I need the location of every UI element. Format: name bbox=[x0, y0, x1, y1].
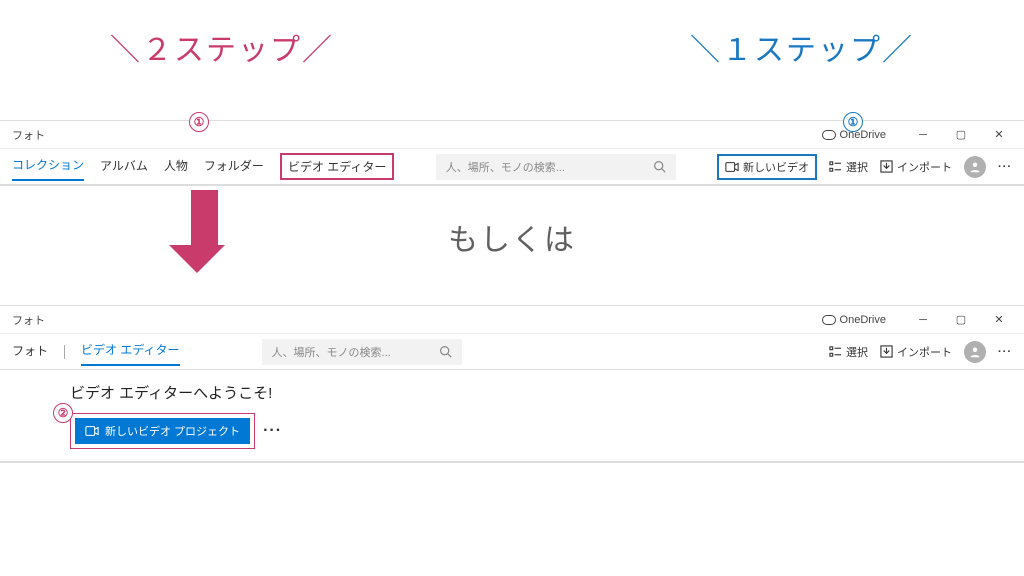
minimize-button[interactable]: ─ bbox=[904, 308, 942, 332]
badge-1-blue: ① bbox=[843, 112, 863, 132]
select-label: 選択 bbox=[846, 344, 868, 360]
arrow-down-icon bbox=[183, 190, 225, 273]
badge-1-pink: ① bbox=[189, 112, 209, 132]
tab-photo[interactable]: フォト bbox=[12, 338, 48, 365]
new-video-button[interactable]: 新しいビデオ bbox=[725, 159, 809, 175]
cloud-icon bbox=[822, 130, 836, 140]
search-input[interactable]: 人、場所、モノの検索... bbox=[436, 154, 676, 180]
center-or-text: もしくは bbox=[448, 215, 576, 259]
search-placeholder: 人、場所、モノの検索... bbox=[272, 344, 391, 360]
onedrive-link[interactable]: OneDrive bbox=[822, 314, 886, 326]
title-bar-right: OneDrive ─ ▢ ✕ bbox=[822, 308, 1018, 332]
title-bar: フォト OneDrive ─ ▢ ✕ bbox=[0, 121, 1024, 149]
callout-2step: ＼２ステップ／ bbox=[110, 25, 334, 69]
callout-1step: ＼１ステップ／ bbox=[690, 25, 914, 69]
search-placeholder: 人、場所、モノの検索... bbox=[446, 159, 565, 175]
video-project-icon bbox=[85, 425, 99, 437]
tab-video-editor-highlight: ビデオ エディター bbox=[280, 153, 395, 180]
onedrive-label: OneDrive bbox=[840, 314, 886, 326]
callout-row: ＼２ステップ／ ＼１ステップ／ bbox=[0, 0, 1024, 80]
select-button[interactable]: 選択 bbox=[829, 159, 868, 175]
close-button[interactable]: ✕ bbox=[980, 123, 1018, 147]
person-icon bbox=[969, 346, 981, 358]
tab-album[interactable]: アルバム bbox=[100, 153, 148, 180]
welcome-section: ビデオ エディターへようこそ! 新しいビデオ プロジェクト ··· bbox=[0, 370, 1024, 462]
select-label: 選択 bbox=[846, 159, 868, 175]
import-button[interactable]: インポート bbox=[880, 159, 952, 175]
toolbar: コレクション アルバム 人物 フォルダー ビデオ エディター 人、場所、モノの検… bbox=[0, 149, 1024, 185]
separator bbox=[64, 345, 65, 359]
toolbar: フォト ビデオ エディター 人、場所、モノの検索... 選択 インポート ··· bbox=[0, 334, 1024, 370]
select-icon bbox=[829, 160, 842, 173]
maximize-button[interactable]: ▢ bbox=[942, 308, 980, 332]
more-button[interactable]: ··· bbox=[998, 346, 1012, 358]
new-video-highlight: 新しいビデオ bbox=[717, 154, 817, 180]
search-icon bbox=[439, 345, 452, 358]
new-video-project-button[interactable]: 新しいビデオ プロジェクト bbox=[75, 418, 250, 444]
avatar[interactable] bbox=[964, 156, 986, 178]
select-icon bbox=[829, 345, 842, 358]
maximize-button[interactable]: ▢ bbox=[942, 123, 980, 147]
search-icon bbox=[653, 160, 666, 173]
select-button[interactable]: 選択 bbox=[829, 344, 868, 360]
more-button[interactable]: ··· bbox=[998, 161, 1012, 173]
import-button[interactable]: インポート bbox=[880, 344, 952, 360]
welcome-heading: ビデオ エディターへようこそ! bbox=[70, 382, 1012, 403]
tab-video-editor[interactable]: ビデオ エディター bbox=[81, 337, 180, 366]
window-controls: ─ ▢ ✕ bbox=[904, 123, 1018, 147]
photos-window-2: フォト OneDrive ─ ▢ ✕ フォト ビデオ エディター 人、場所、モノ… bbox=[0, 305, 1024, 463]
photos-window-1: フォト OneDrive ─ ▢ ✕ コレクション アルバム 人物 フォルダー … bbox=[0, 120, 1024, 186]
import-icon bbox=[880, 160, 893, 173]
window-title: フォト bbox=[12, 312, 45, 328]
tab-video-editor[interactable]: ビデオ エディター bbox=[288, 160, 387, 174]
new-project-row: 新しいビデオ プロジェクト ··· bbox=[70, 413, 1012, 449]
window-controls: ─ ▢ ✕ bbox=[904, 308, 1018, 332]
tab-people[interactable]: 人物 bbox=[164, 153, 188, 180]
video-plus-icon bbox=[725, 161, 739, 173]
avatar[interactable] bbox=[964, 341, 986, 363]
import-icon bbox=[880, 345, 893, 358]
new-project-highlight: 新しいビデオ プロジェクト bbox=[70, 413, 255, 449]
cloud-icon bbox=[822, 315, 836, 325]
right-actions: 新しいビデオ 選択 インポート ··· bbox=[717, 154, 1012, 180]
import-label: インポート bbox=[897, 159, 952, 175]
tab-folder[interactable]: フォルダー bbox=[204, 153, 264, 180]
right-actions: 選択 インポート ··· bbox=[829, 341, 1012, 363]
tab-collection[interactable]: コレクション bbox=[12, 152, 84, 181]
window-title: フォト bbox=[12, 127, 45, 143]
title-bar: フォト OneDrive ─ ▢ ✕ bbox=[0, 306, 1024, 334]
new-video-label: 新しいビデオ bbox=[743, 159, 809, 175]
more-projects-button[interactable]: ··· bbox=[263, 422, 282, 440]
person-icon bbox=[969, 161, 981, 173]
badge-2-pink: ② bbox=[53, 403, 73, 423]
new-project-label: 新しいビデオ プロジェクト bbox=[105, 423, 240, 439]
minimize-button[interactable]: ─ bbox=[904, 123, 942, 147]
close-button[interactable]: ✕ bbox=[980, 308, 1018, 332]
search-input[interactable]: 人、場所、モノの検索... bbox=[262, 339, 462, 365]
import-label: インポート bbox=[897, 344, 952, 360]
